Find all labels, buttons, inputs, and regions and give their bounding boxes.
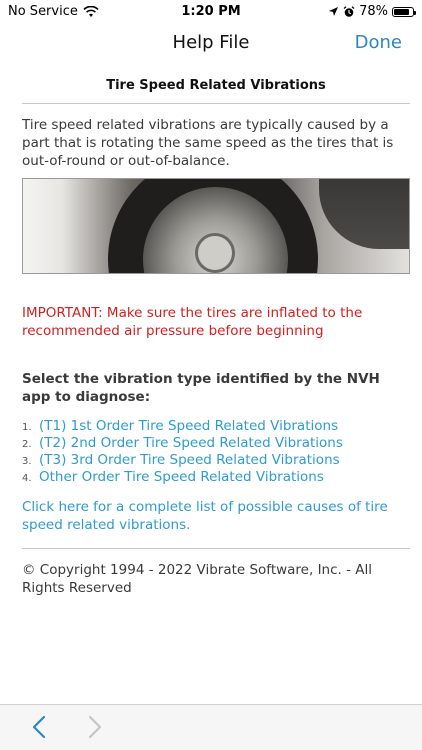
- list-number: 3.: [22, 456, 32, 467]
- intro-paragraph: Tire speed related vibrations are typica…: [22, 117, 394, 169]
- t1-link[interactable]: (T1) 1st Order Tire Speed Related Vibrat…: [39, 418, 338, 434]
- done-button[interactable]: Done: [355, 32, 402, 53]
- important-note: IMPORTANT: Make sure the tires are infla…: [22, 305, 363, 339]
- nav-bar: Help File Done: [0, 24, 422, 64]
- list-item: 4. Other Order Tire Speed Related Vibrat…: [22, 469, 410, 486]
- status-bar: No Service 1:20 PM 78%: [0, 0, 422, 24]
- tire-photo: [22, 178, 410, 274]
- list-number: 1.: [22, 422, 32, 433]
- title-divider: [22, 103, 410, 104]
- bottom-toolbar: [0, 704, 422, 750]
- footer-divider: [22, 548, 410, 549]
- help-content: Tire Speed Related Vibrations Tire speed…: [22, 68, 410, 597]
- battery-percent: 78%: [359, 4, 388, 19]
- t2-link[interactable]: (T2) 2nd Order Tire Speed Related Vibrat…: [39, 435, 343, 451]
- status-right: 78%: [328, 4, 416, 19]
- other-order-link[interactable]: Other Order Tire Speed Related Vibration…: [39, 469, 324, 485]
- fender-shape: [319, 179, 409, 249]
- vibration-type-list: 1. (T1) 1st Order Tire Speed Related Vib…: [22, 418, 410, 486]
- select-heading: Select the vibration type identified by …: [22, 371, 380, 405]
- article-title: Tire Speed Related Vibrations: [106, 78, 326, 93]
- chevron-right-icon[interactable]: [84, 715, 104, 739]
- list-number: 2.: [22, 439, 32, 450]
- chevron-left-icon[interactable]: [30, 715, 50, 739]
- hub-shape: [195, 233, 235, 273]
- causes-list-link[interactable]: Click here for a complete list of possib…: [22, 498, 410, 534]
- copyright-text: © Copyright 1994 - 2022 Vibrate Software…: [22, 562, 373, 596]
- location-icon: [329, 7, 339, 16]
- t3-link[interactable]: (T3) 3rd Order Tire Speed Related Vibrat…: [39, 452, 340, 468]
- list-number: 4.: [22, 473, 32, 484]
- battery-icon: [392, 6, 416, 17]
- alarm-icon: [343, 5, 355, 17]
- list-item: 3. (T3) 3rd Order Tire Speed Related Vib…: [22, 452, 410, 469]
- list-item: 2. (T2) 2nd Order Tire Speed Related Vib…: [22, 435, 410, 452]
- list-item: 1. (T1) 1st Order Tire Speed Related Vib…: [22, 418, 410, 435]
